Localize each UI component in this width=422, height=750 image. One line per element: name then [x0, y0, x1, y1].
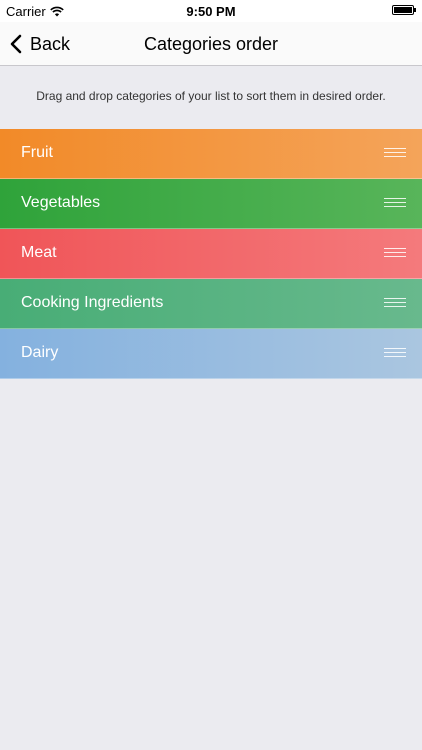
- category-row[interactable]: Fruit: [0, 129, 422, 179]
- drag-handle-icon[interactable]: [384, 148, 406, 158]
- status-time: 9:50 PM: [186, 4, 236, 19]
- drag-handle-icon[interactable]: [384, 198, 406, 208]
- drag-handle-icon[interactable]: [384, 248, 406, 258]
- category-label: Dairy: [21, 344, 59, 361]
- nav-bar: Back Categories order: [0, 22, 422, 66]
- status-bar: Carrier 9:50 PM: [0, 0, 422, 22]
- drag-handle-icon[interactable]: [384, 348, 406, 358]
- instruction-text: Drag and drop categories of your list to…: [36, 89, 386, 103]
- category-label: Meat: [21, 244, 57, 261]
- page-title: Categories order: [143, 34, 279, 54]
- category-label: Vegetables: [21, 194, 101, 211]
- category-row[interactable]: Meat: [0, 229, 422, 279]
- drag-handle-icon[interactable]: [384, 298, 406, 308]
- category-row[interactable]: Vegetables: [0, 179, 422, 229]
- category-label: Cooking Ingredients: [21, 294, 164, 311]
- category-row[interactable]: Cooking Ingredients: [0, 279, 422, 329]
- category-list: Fruit Vegetables Meat Cooking Ingredient…: [0, 129, 422, 379]
- category-label: Fruit: [21, 144, 53, 161]
- category-row[interactable]: Dairy: [0, 329, 422, 379]
- battery-icon: [392, 5, 416, 15]
